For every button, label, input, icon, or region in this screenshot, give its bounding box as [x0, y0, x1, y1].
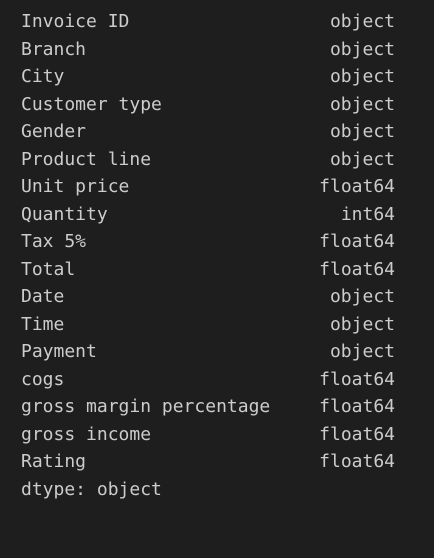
dtype-row: Unit price float64: [21, 173, 395, 201]
column-dtype: object: [329, 38, 395, 60]
column-name: cogs: [21, 368, 65, 390]
column-name: gross income: [21, 423, 152, 445]
dtypes-list: Invoice ID object Branch object City obj…: [21, 8, 434, 476]
column-dtype: float64: [319, 451, 395, 472]
column-name: Unit price: [21, 176, 130, 197]
dtype-row: Total float64: [21, 256, 395, 284]
column-dtype: float64: [319, 423, 395, 445]
column-name: Rating: [21, 451, 87, 472]
column-name: Total: [21, 258, 76, 280]
dtype-row: gross income float64: [21, 421, 395, 449]
dtype-row: Customer type object: [21, 91, 395, 119]
dtype-row: Invoice ID object: [21, 8, 395, 36]
dtype-row: Rating float64: [21, 448, 395, 476]
column-name: Customer type: [21, 93, 162, 115]
column-name: gross margin percentage: [21, 396, 271, 417]
column-dtype: float64: [319, 258, 395, 280]
column-dtype: float64: [319, 368, 395, 390]
column-name: Product line: [21, 148, 152, 170]
column-name: Payment: [21, 341, 97, 362]
column-name: City: [21, 66, 65, 87]
column-name: Gender: [21, 121, 87, 142]
column-dtype: float64: [319, 396, 395, 417]
column-name: Quantity: [21, 203, 108, 225]
column-dtype: object: [329, 313, 395, 335]
column-dtype: object: [329, 341, 395, 362]
dtype-row: Gender object: [21, 118, 395, 146]
column-dtype: object: [329, 286, 395, 307]
dtype-row: cogs float64: [21, 366, 395, 394]
column-dtype: int64: [340, 203, 395, 225]
column-name: Time: [21, 313, 65, 335]
dtype-row: Product line object: [21, 146, 395, 174]
cell-output: Invoice ID object Branch object City obj…: [0, 0, 434, 519]
column-name: Date: [21, 286, 65, 307]
dtype-row: gross margin percentage float64: [21, 393, 395, 421]
dtype-row: Branch object: [21, 36, 395, 64]
dtype-row: Time object: [21, 311, 395, 339]
column-dtype: float64: [319, 231, 395, 252]
column-dtype: object: [329, 148, 395, 170]
dtype-row: Payment object: [21, 338, 395, 366]
column-dtype: float64: [319, 176, 395, 197]
dtype-row: Date object: [21, 283, 395, 311]
column-dtype: object: [329, 121, 395, 142]
dtype-row: City object: [21, 63, 395, 91]
column-dtype: object: [329, 11, 395, 32]
dtype-row: Quantity int64: [21, 201, 395, 229]
column-dtype: object: [329, 66, 395, 87]
column-name: Invoice ID: [21, 11, 130, 32]
column-name: Tax 5%: [21, 231, 87, 252]
dtype-row: Tax 5% float64: [21, 228, 395, 256]
column-name: Branch: [21, 38, 87, 60]
column-dtype: object: [329, 93, 395, 115]
